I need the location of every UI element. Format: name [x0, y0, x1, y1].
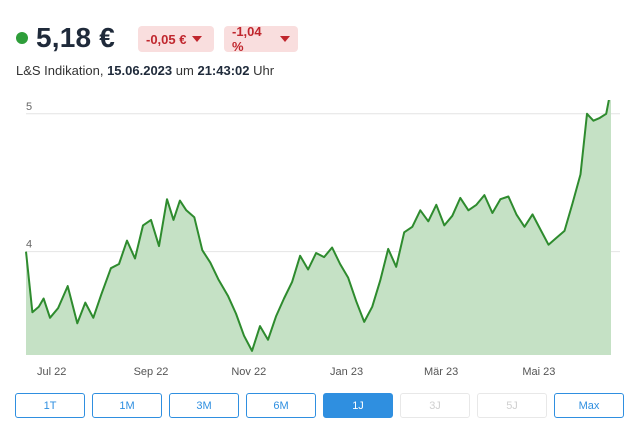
- range-selector: 1T 1M 3M 6M 1J 3J 5J Max: [15, 393, 624, 418]
- y-tick-label: 5: [26, 101, 32, 113]
- caret-down-icon: [280, 36, 290, 42]
- quote-date: 15.06.2023: [107, 63, 173, 78]
- price-chart[interactable]: 5 4 Jul 22 Sep 22 Nov 22 Jan 23 Mär 23 Mai 23: [0, 100, 633, 385]
- y-tick-label: 4: [26, 239, 32, 251]
- change-percent-badge: -1,04 %: [224, 24, 298, 54]
- x-tick-label: Sep 22: [134, 366, 169, 378]
- range-button-6m[interactable]: 6M: [246, 393, 316, 418]
- change-percent-value: -1,04 %: [232, 24, 262, 54]
- x-tick-label: Mär 23: [424, 366, 458, 378]
- current-price: 5,18 €: [36, 22, 116, 53]
- quote-time: 21:43:02: [197, 63, 250, 78]
- x-tick-label: Nov 22: [231, 366, 266, 378]
- range-button-1t[interactable]: 1T: [15, 393, 85, 418]
- x-tick-label: Jan 23: [330, 366, 363, 378]
- live-indicator-icon: [16, 32, 28, 44]
- quote-timestamp: L&S Indikation, 15.06.2023 um 21:43:02 U…: [16, 63, 274, 78]
- time-prefix: um: [175, 63, 194, 78]
- change-absolute-badge: -0,05 €: [138, 26, 214, 52]
- range-button-max[interactable]: Max: [554, 393, 624, 418]
- x-tick-label: Jul 22: [37, 366, 66, 378]
- range-button-1j[interactable]: 1J: [323, 393, 393, 418]
- price-header: 5,18 €: [16, 22, 115, 54]
- range-button-1m[interactable]: 1M: [92, 393, 162, 418]
- caret-down-icon: [192, 36, 203, 42]
- price-area: [26, 100, 611, 355]
- range-button-3j: 3J: [400, 393, 470, 418]
- range-button-3m[interactable]: 3M: [169, 393, 239, 418]
- time-suffix: Uhr: [253, 63, 275, 78]
- x-tick-label: Mai 23: [522, 366, 555, 378]
- source-label: L&S Indikation,: [16, 63, 104, 78]
- range-button-5j: 5J: [477, 393, 547, 418]
- change-absolute-value: -0,05 €: [146, 31, 187, 47]
